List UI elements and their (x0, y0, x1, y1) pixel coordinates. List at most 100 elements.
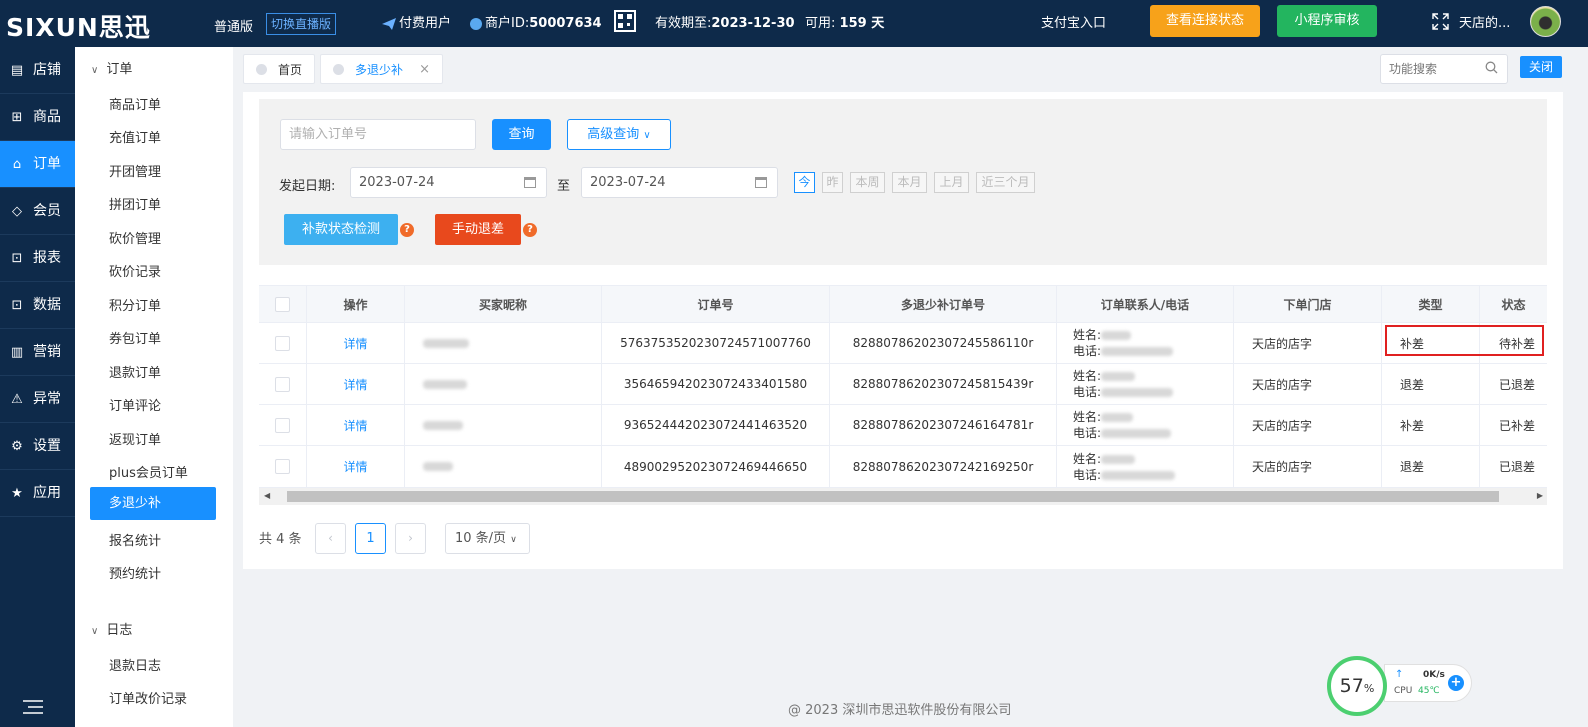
tab-refund-supplement[interactable]: 多退少补 × (320, 54, 443, 84)
submenu-item[interactable]: 预约统计 (109, 563, 161, 582)
sidebar-item-data[interactable]: ⊡ 数据 (0, 282, 75, 329)
quick-this-month-button[interactable]: 本月 (892, 172, 927, 193)
sidebar-item-marketing[interactable]: ▥ 营销 (0, 329, 75, 376)
warning-icon: ⚠ (11, 392, 23, 407)
sidebar-item-store[interactable]: ▤ 店铺 (0, 47, 75, 94)
row-checkbox[interactable] (275, 376, 290, 392)
refund-order-number: 8288078620230724581543​9r (830, 364, 1057, 404)
sidebar-item-orders[interactable]: ⌂ 订单 (0, 141, 75, 188)
advanced-query-button[interactable]: 高级查询 ∨ (567, 119, 671, 150)
submenu-item[interactable]: 开团管理 (109, 161, 161, 180)
date-from-input[interactable]: 2023-07-24 (350, 167, 547, 198)
submenu-item[interactable]: 砍价记录 (109, 261, 161, 280)
table-row: 详情 3564659420230724334015​80 82880786202… (259, 364, 1547, 405)
table-row: 详情 4890029520230724694466​50 82880786202… (259, 446, 1547, 488)
monitor-expand-button[interactable]: + (1448, 675, 1464, 691)
avatar[interactable] (1530, 6, 1561, 37)
submenu-item[interactable]: 订单评论 (109, 395, 161, 414)
horizontal-scrollbar[interactable]: ◀ ▶ (259, 488, 1547, 505)
fullscreen-icon[interactable] (1432, 13, 1449, 30)
close-icon[interactable]: × (419, 55, 430, 85)
buyer-nickname (405, 364, 602, 404)
tab-home[interactable]: 首页 (243, 54, 315, 84)
select-all-checkbox[interactable] (275, 296, 290, 312)
order-store: 天店的店字 (1234, 405, 1382, 445)
date-label: 发起日期: (279, 179, 336, 194)
submenu-group-logs[interactable]: ∨ 日志 (91, 619, 132, 638)
sidebar-item-reports[interactable]: ⊡ 报表 (0, 235, 75, 282)
submenu-item[interactable]: 砍价管理 (109, 228, 161, 247)
redacted-text (423, 462, 453, 471)
order-icon: ⌂ (12, 157, 22, 172)
submenu-item[interactable]: 充值订单 (109, 127, 161, 146)
row-checkbox[interactable] (275, 335, 290, 351)
quick-three-months-button[interactable]: 近三个月 (976, 172, 1035, 193)
chevron-down-icon: ∨ (643, 130, 651, 141)
top-bar: SIXUN思迅 普通版 切换直播版 付费用户 商户ID:50007634 有效期… (0, 0, 1588, 47)
redacted-text (423, 338, 469, 348)
row-checkbox[interactable] (275, 459, 290, 474)
submenu-item[interactable]: 积分订单 (109, 295, 161, 314)
close-all-button[interactable]: 关闭 (1520, 56, 1562, 78)
order-contact: 姓名: 电话: (1057, 323, 1234, 363)
help-icon[interactable]: ? (400, 223, 414, 237)
memory-usage-gauge[interactable]: 57% (1327, 656, 1387, 716)
scroll-left-icon[interactable]: ◀ (264, 491, 270, 500)
refund-order-number: 8288078620230724616478​1r (830, 405, 1057, 445)
help-icon[interactable]: ? (523, 223, 537, 237)
page-size-select[interactable]: 10 条/页 ∨ (445, 523, 530, 554)
submenu-item[interactable]: plus会员订单 (109, 462, 188, 481)
submenu-item[interactable]: 返现订单 (109, 429, 161, 448)
star-icon: ★ (11, 486, 23, 501)
quick-yesterday-button[interactable]: 昨 (822, 172, 843, 193)
diamond-icon: ◇ (12, 204, 22, 219)
detail-link[interactable]: 详情 (307, 446, 405, 487)
scrollbar-thumb[interactable] (287, 491, 1499, 502)
quick-today-button[interactable]: 今 (794, 172, 815, 193)
sidebar-item-members[interactable]: ◇ 会员 (0, 188, 75, 235)
send-icon (382, 17, 396, 30)
query-button[interactable]: 查询 (492, 119, 551, 150)
submenu-group-orders[interactable]: ∨ 订单 (91, 58, 132, 77)
quick-this-week-button[interactable]: 本周 (850, 172, 885, 193)
prev-page-button[interactable]: ‹ (315, 523, 346, 554)
paid-user-label: 付费用户 (382, 0, 451, 47)
submenu-item[interactable]: 退款订单 (109, 362, 161, 381)
submenu-item[interactable]: 退款日志 (109, 655, 161, 674)
quick-last-month-button[interactable]: 上月 (934, 172, 969, 193)
detail-link[interactable]: 详情 (307, 323, 405, 363)
submenu-item[interactable]: 拼团订单 (109, 194, 161, 213)
page-button-current[interactable]: 1 (355, 523, 386, 554)
submenu-item[interactable]: 商品订单 (109, 94, 161, 113)
detail-link[interactable]: 详情 (307, 364, 405, 404)
sidebar-item-apps[interactable]: ★ 应用 (0, 470, 75, 517)
column-header: 订单号 (602, 286, 830, 322)
detail-link[interactable]: 详情 (307, 405, 405, 445)
search-icon[interactable] (1485, 61, 1498, 74)
alipay-entry-link[interactable]: 支付宝入口 (1041, 0, 1106, 47)
store-name[interactable]: 天店的... (1459, 0, 1510, 47)
scroll-right-icon[interactable]: ▶ (1537, 491, 1543, 500)
check-status-button[interactable]: 补款状态检测 (284, 214, 398, 245)
order-number: 4890029520230724694466​50 (602, 446, 830, 487)
sidebar-item-goods[interactable]: ⊞ 商品 (0, 94, 75, 141)
footer-copyright: @ 2023 深圳市思迅软件股份有限公司 (788, 703, 1012, 718)
mini-program-review-button[interactable]: 小程序审核 (1277, 5, 1377, 37)
manual-refund-button[interactable]: 手动退差 (435, 214, 521, 245)
next-page-button[interactable]: › (395, 523, 426, 554)
submenu-item-active[interactable]: 多退少补 (90, 487, 216, 520)
order-number-input[interactable]: 请输入订单号 (280, 119, 476, 150)
check-connection-button[interactable]: 查看连接状态 (1150, 5, 1260, 37)
date-to-input[interactable]: 2023-07-24 (581, 167, 778, 198)
switch-live-button[interactable]: 切换直播版 (266, 13, 337, 35)
qrcode-icon[interactable] (614, 10, 636, 32)
submenu-item[interactable]: 券包订单 (109, 328, 161, 347)
header-checkbox-cell (259, 286, 307, 322)
sidebar-item-exceptions[interactable]: ⚠ 异常 (0, 376, 75, 423)
submenu-item[interactable]: 订单改价记录 (109, 688, 187, 707)
row-checkbox[interactable] (275, 417, 290, 433)
submenu-item[interactable]: 报名统计 (109, 530, 161, 549)
menu-collapse-icon[interactable] (22, 699, 44, 715)
merchant-id: 商户ID:50007634 (470, 0, 602, 47)
sidebar-item-settings[interactable]: ⚙ 设置 (0, 423, 75, 470)
